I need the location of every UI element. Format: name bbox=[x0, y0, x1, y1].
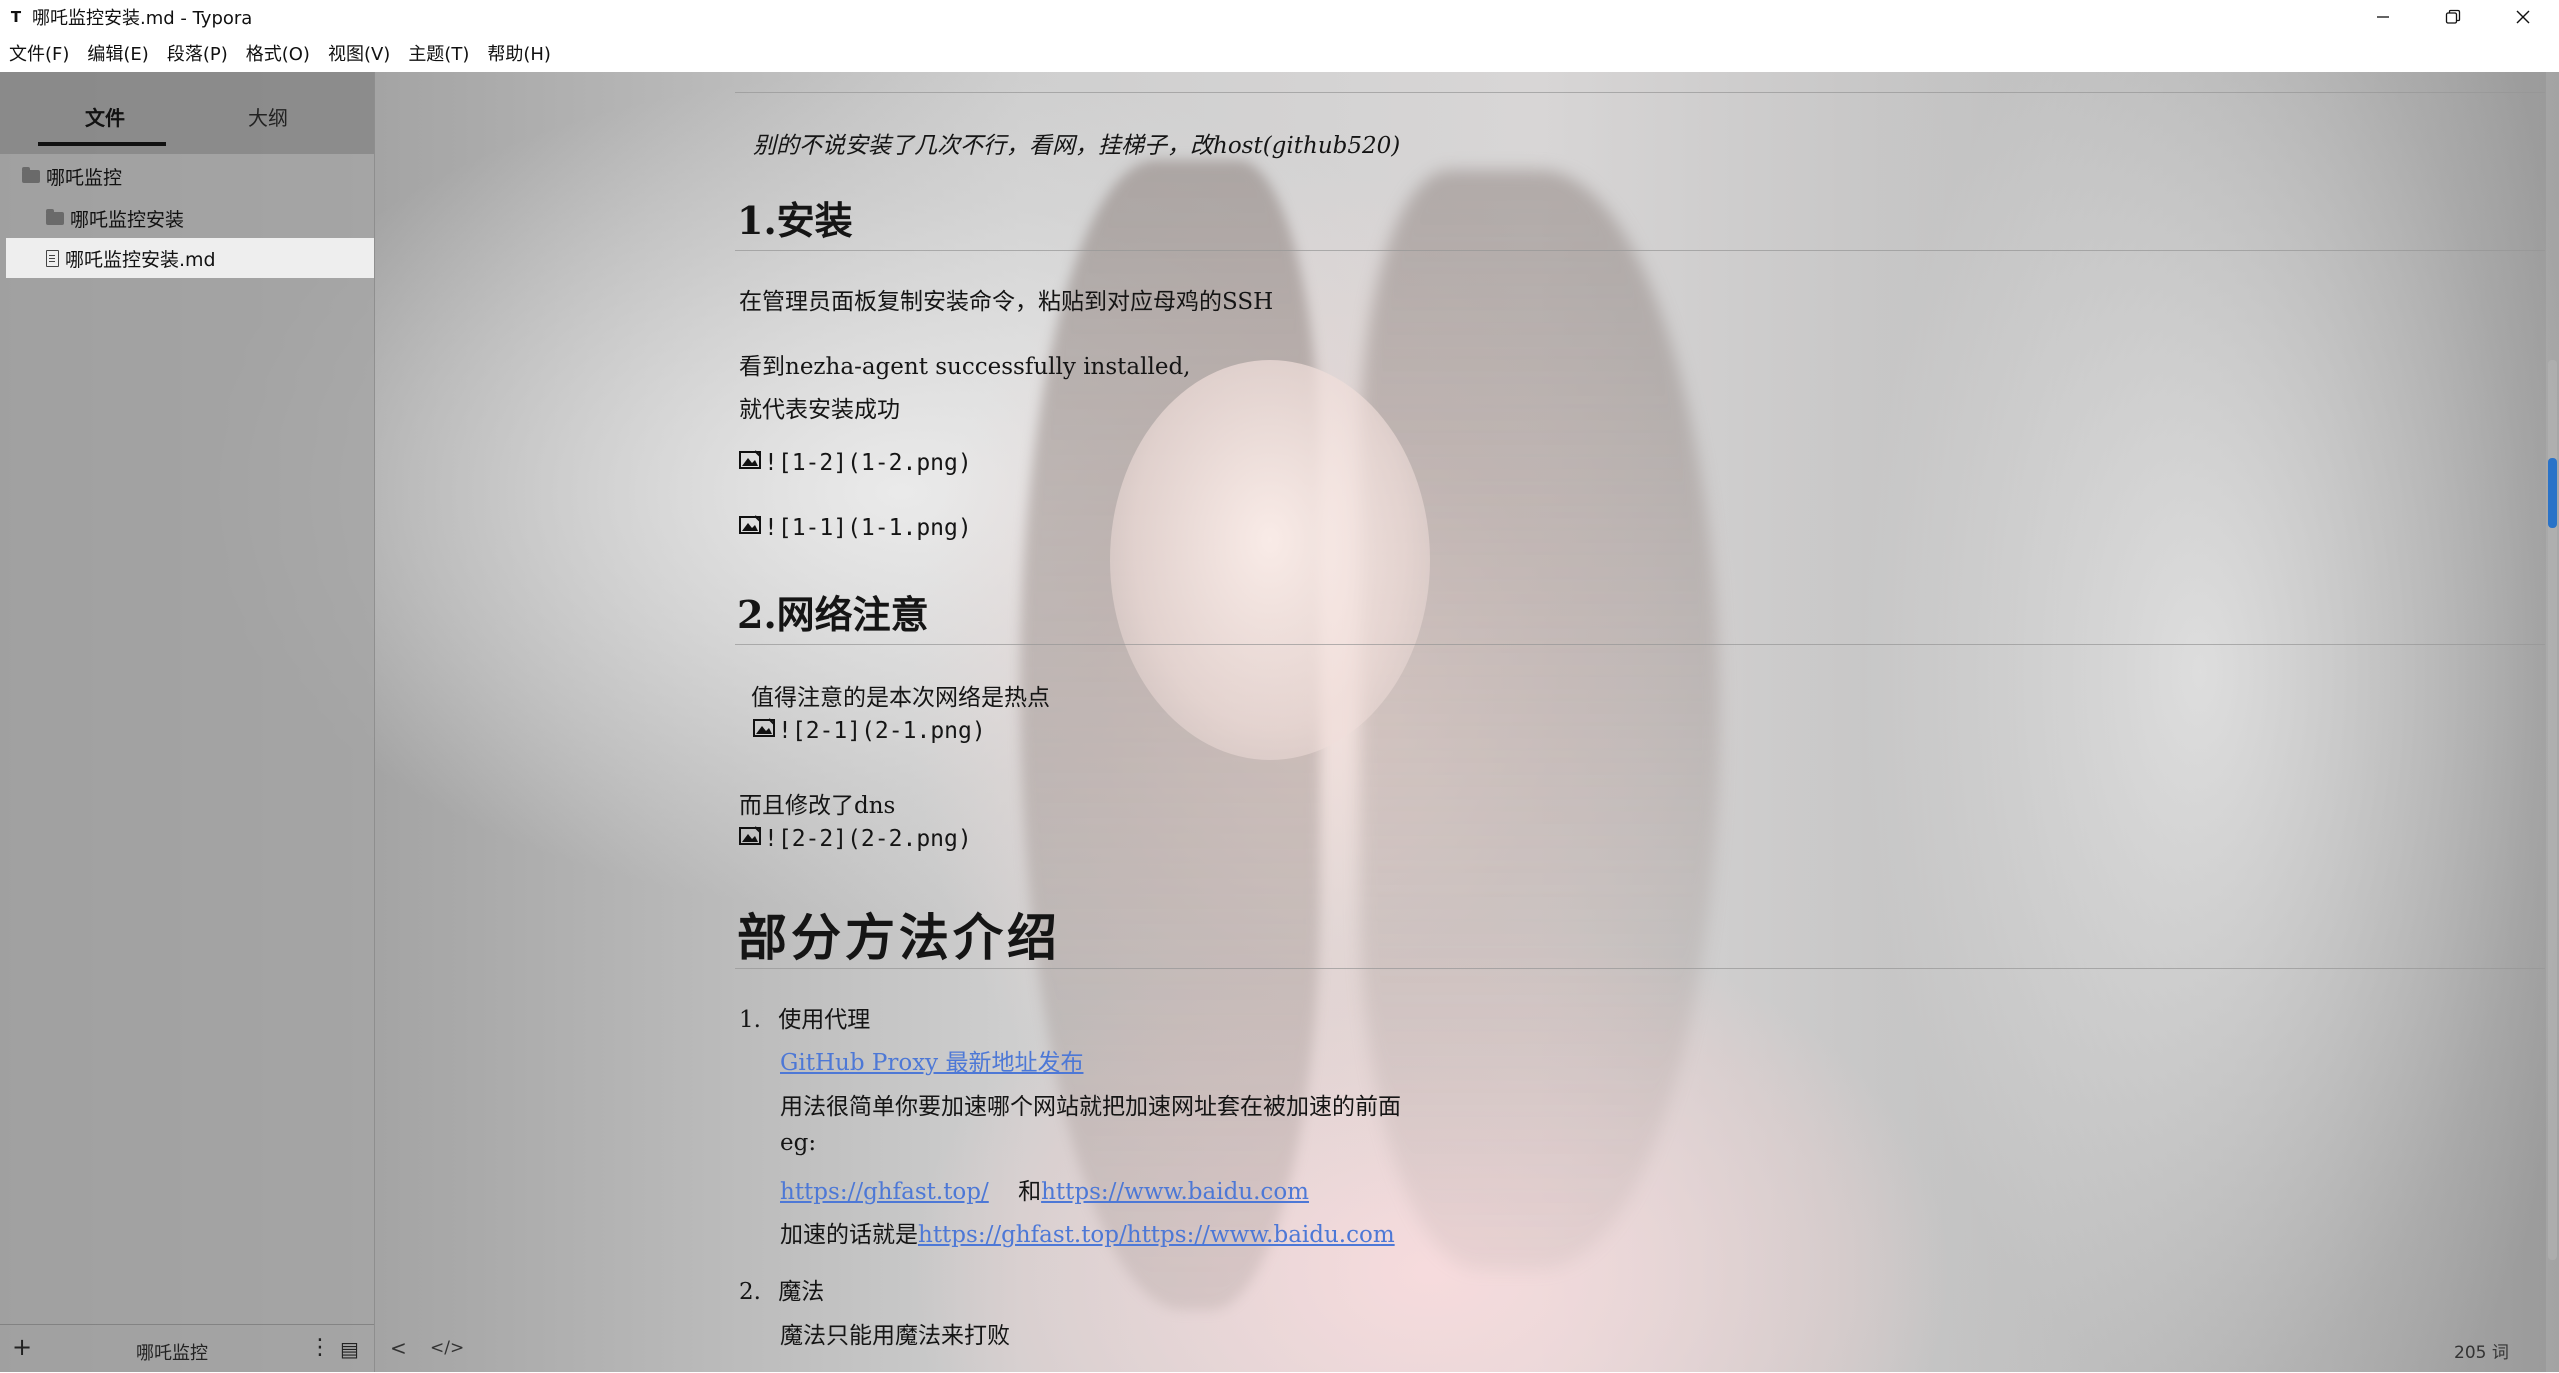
active-tab-indicator bbox=[38, 142, 166, 146]
menu-theme[interactable]: 主题(T) bbox=[399, 40, 478, 66]
result-prefix: 加速的话就是 bbox=[780, 1222, 918, 1248]
broken-image-icon bbox=[739, 515, 761, 541]
menu-paragraph[interactable]: 段落(P) bbox=[158, 40, 237, 66]
list-number: 2. bbox=[739, 1279, 761, 1305]
heading-rule bbox=[735, 250, 2545, 251]
folder-icon bbox=[46, 208, 64, 225]
document-icon bbox=[46, 249, 59, 267]
list-item-title: 魔法 bbox=[778, 1279, 825, 1305]
folder-icon bbox=[22, 166, 40, 183]
sidebar: 文件 大纲 哪吒监控 哪吒监控安装 哪吒监控安装.md + 哪吒监控 ⋮ ▤ bbox=[0, 72, 375, 1372]
editor-pane[interactable]: 别的不说安装了几次不行，看网，挂梯子，改host(github520) 1.安装… bbox=[375, 72, 2545, 1372]
menu-view[interactable]: 视图(V) bbox=[319, 40, 399, 66]
list-item-1-urls: https://ghfast.top/ 和https://www.baidu.c… bbox=[780, 1172, 1309, 1206]
heading-rule bbox=[735, 644, 2545, 645]
list-item-2: 2. 魔法 bbox=[739, 1272, 824, 1306]
tree-folder-root[interactable]: 哪吒监控 bbox=[22, 156, 122, 196]
and-text: 和 bbox=[1018, 1179, 1042, 1205]
image-placeholder-1-1[interactable]: ![1-1](1-1.png) bbox=[739, 515, 972, 541]
tree-folder-install[interactable]: 哪吒监控安装 bbox=[46, 198, 184, 238]
close-button[interactable] bbox=[2488, 0, 2558, 34]
typora-app-icon: T bbox=[10, 8, 22, 26]
ghfast-link[interactable]: https://ghfast.top/ bbox=[780, 1179, 989, 1205]
broken-image-icon bbox=[739, 826, 761, 852]
image-markdown-text: ![2-1](2-1.png) bbox=[778, 718, 986, 744]
list-view-toggle-button[interactable]: ▤ bbox=[340, 1337, 359, 1361]
menu-edit[interactable]: 编辑(E) bbox=[78, 40, 157, 66]
minimize-icon bbox=[2377, 16, 2389, 18]
image-markdown-text: ![1-1](1-1.png) bbox=[764, 515, 972, 541]
heading-methods: 部分方法介绍 bbox=[737, 908, 1061, 967]
github-proxy-link[interactable]: GitHub Proxy 最新地址发布 bbox=[780, 1043, 1083, 1077]
menu-format[interactable]: 格式(O) bbox=[237, 40, 319, 66]
image-markdown-text: ![1-2](1-2.png) bbox=[764, 450, 972, 476]
toggle-sidebar-button[interactable]: < bbox=[390, 1336, 407, 1360]
menu-bar: 文件(F) 编辑(E) 段落(P) 格式(O) 视图(V) 主题(T) 帮助(H… bbox=[0, 34, 2559, 72]
scrollbar-position-indicator[interactable] bbox=[2548, 458, 2557, 528]
broken-image-icon bbox=[739, 450, 761, 476]
install-paragraph-1: 在管理员面板复制安装命令，粘贴到对应母鸡的SSH bbox=[739, 289, 1274, 315]
network-paragraph-1: 值得注意的是本次网络是热点 bbox=[751, 685, 1050, 711]
tree-folder-root-label: 哪吒监控 bbox=[46, 166, 123, 189]
list-item-1-result: 加速的话就是https://ghfast.top/https://www.bai… bbox=[780, 1215, 1395, 1249]
image-markdown-text: ![2-2](2-2.png) bbox=[764, 826, 972, 852]
close-icon bbox=[2516, 10, 2530, 24]
word-count[interactable]: 205 词 bbox=[2454, 1338, 2509, 1363]
new-file-button[interactable]: + bbox=[12, 1333, 32, 1361]
current-folder-name: 哪吒监控 bbox=[136, 1343, 208, 1364]
tree-folder-install-label: 哪吒监控安装 bbox=[70, 208, 185, 231]
tree-file-active[interactable]: 哪吒监控安装.md bbox=[6, 238, 374, 278]
list-item-2-description: 魔法只能用魔法来打败 bbox=[780, 1323, 1010, 1349]
network-paragraph-2: 而且修改了dns bbox=[739, 793, 896, 819]
title-bar: T 哪吒监控安装.md - Typora bbox=[0, 0, 2559, 34]
tab-outline[interactable]: 大纲 bbox=[248, 102, 288, 131]
tab-files[interactable]: 文件 bbox=[85, 102, 125, 131]
restore-button[interactable] bbox=[2418, 0, 2488, 34]
intro-paragraph: 别的不说安装了几次不行，看网，挂梯子，改host(github520) bbox=[753, 133, 1401, 159]
restore-icon bbox=[2445, 9, 2461, 24]
accelerated-url-link[interactable]: https://ghfast.top/https://www.baidu.com bbox=[918, 1222, 1395, 1248]
sidebar-tabs: 文件 大纲 bbox=[0, 72, 374, 154]
minimize-button[interactable] bbox=[2348, 0, 2418, 34]
list-item-1-eg: eg: bbox=[780, 1130, 817, 1156]
tree-file-label: 哪吒监控安装.md bbox=[65, 248, 216, 271]
source-code-mode-button[interactable]: </> bbox=[430, 1338, 464, 1358]
image-placeholder-1-2[interactable]: ![1-2](1-2.png) bbox=[739, 450, 972, 476]
list-item-1: 1. 使用代理 bbox=[739, 1000, 870, 1034]
install-paragraph-2-line-1: 看到nezha-agent successfully installed, bbox=[739, 354, 1191, 380]
menu-help[interactable]: 帮助(H) bbox=[478, 40, 560, 66]
broken-image-icon bbox=[753, 718, 775, 744]
menu-file[interactable]: 文件(F) bbox=[0, 40, 78, 66]
list-number: 1. bbox=[739, 1007, 761, 1033]
install-paragraph-2-line-2: 就代表安装成功 bbox=[739, 397, 900, 423]
window-title: 哪吒监控安装.md - Typora bbox=[32, 8, 253, 29]
heading-rule bbox=[735, 968, 2545, 969]
heading-rule bbox=[735, 92, 2545, 93]
list-item-title: 使用代理 bbox=[778, 1007, 871, 1033]
sidebar-footer: + 哪吒监控 ⋮ ▤ bbox=[0, 1324, 374, 1373]
image-placeholder-2-2[interactable]: ![2-2](2-2.png) bbox=[739, 826, 972, 852]
image-placeholder-2-1[interactable]: ![2-1](2-1.png) bbox=[753, 718, 986, 744]
more-options-button[interactable]: ⋮ bbox=[309, 1335, 331, 1360]
list-item-1-description: 用法很简单你要加速哪个网站就把加速网址套在被加速的前面 bbox=[780, 1094, 1401, 1120]
baidu-link[interactable]: https://www.baidu.com bbox=[1041, 1179, 1309, 1205]
heading-network: 2.网络注意 bbox=[737, 592, 929, 637]
heading-install: 1.安装 bbox=[737, 198, 853, 243]
